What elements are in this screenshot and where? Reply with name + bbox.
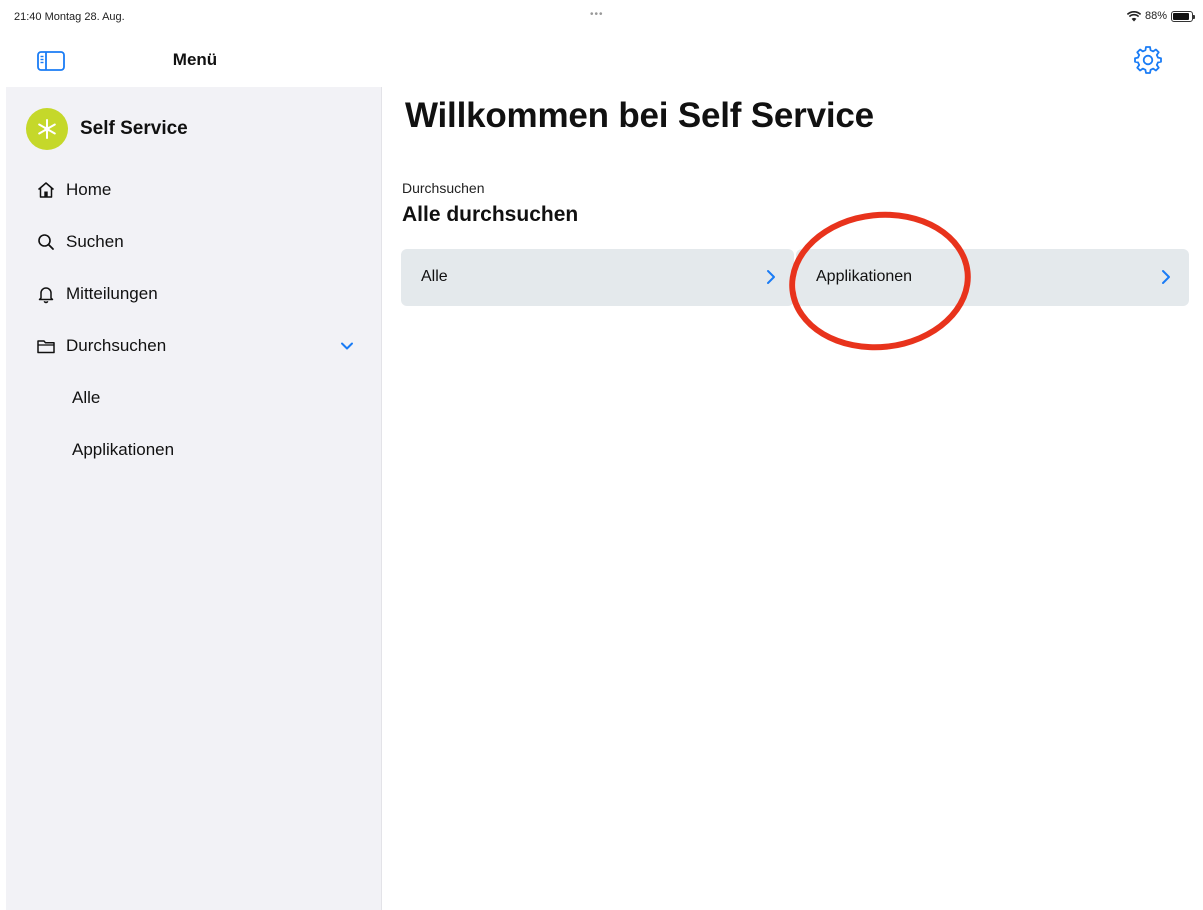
sidebar-header: Menü (6, 34, 382, 87)
wifi-icon (1126, 10, 1141, 21)
card-label: Alle (421, 268, 448, 285)
sidebar-item-label: Home (66, 180, 112, 199)
sidebar-item-home[interactable]: Home (36, 180, 111, 200)
annotation-circle (782, 202, 978, 360)
chevron-right-icon (767, 270, 775, 284)
bell-icon (38, 287, 54, 304)
battery-percent: 88% (1144, 10, 1167, 22)
brand-logo (26, 108, 68, 150)
snowflake-icon (38, 119, 56, 139)
chevron-right-icon (1162, 270, 1170, 284)
sidebar: Menü Self Service Home Suchen Mitteilung… (6, 34, 382, 910)
sidebar-item-label: Suchen (66, 232, 124, 251)
brand: Self Service (26, 108, 188, 150)
chevron-down-icon[interactable] (339, 340, 355, 352)
category-card-alle[interactable]: Alle (401, 249, 794, 306)
sidebar-title: Menü (172, 50, 218, 69)
battery-icon (1171, 10, 1195, 22)
sidebar-item-suchen[interactable]: Suchen (36, 232, 124, 252)
multitasking-dots[interactable]: ••• (590, 9, 604, 20)
folder-icon (37, 340, 55, 354)
brand-name: Self Service (80, 118, 188, 139)
sidebar-item-durchsuchen[interactable]: Durchsuchen (36, 336, 166, 356)
sidebar-item-label: Durchsuchen (66, 336, 167, 355)
page-title: Willkommen bei Self Service (405, 96, 874, 135)
section-title: Alle durchsuchen (402, 203, 579, 226)
status-indicators: 88% (1126, 10, 1195, 22)
search-icon (38, 234, 54, 250)
sidebar-subitem-alle[interactable]: Alle (72, 388, 100, 408)
sidebar-item-mitteilungen[interactable]: Mitteilungen (36, 284, 158, 304)
home-icon (38, 182, 54, 198)
status-bar: 21:40 Montag 28. Aug. ••• 88% (0, 0, 1203, 34)
sidebar-subitem-applikationen[interactable]: Applikationen (72, 440, 174, 460)
section-caption: Durchsuchen (402, 180, 485, 196)
gear-icon[interactable] (1133, 45, 1163, 75)
status-time-date: 21:40 Montag 28. Aug. (14, 11, 125, 23)
sidebar-item-label: Mitteilungen (66, 284, 158, 303)
